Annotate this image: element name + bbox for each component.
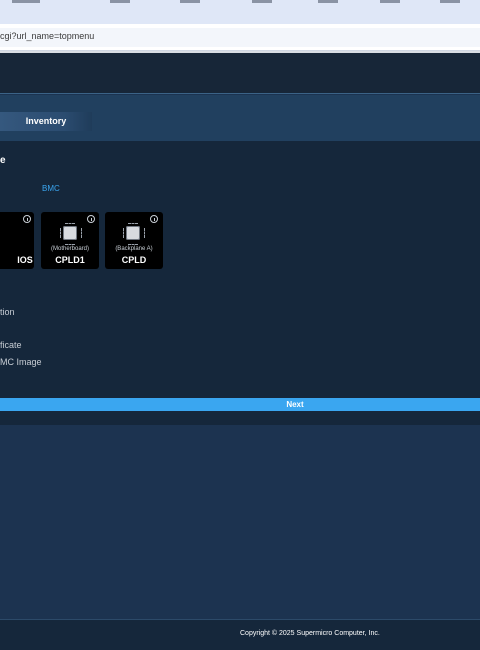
url-text: cgi?url_name=topmenu: [0, 31, 95, 41]
info-icon[interactable]: [23, 215, 31, 223]
card-name: CPLD1: [55, 255, 85, 265]
chip-icon: [60, 223, 82, 245]
browser-tab[interactable]: [180, 0, 200, 3]
tab-bar: Inventory: [0, 95, 480, 141]
next-button[interactable]: Next: [0, 398, 480, 411]
chip-icon: [123, 223, 145, 245]
card-cpld1[interactable]: (Motherboard) CPLD1: [41, 212, 99, 269]
copyright-text: Copyright © 2025 Supermicro Computer, In…: [240, 630, 380, 637]
bmc-link[interactable]: BMC: [42, 184, 60, 193]
option-text[interactable]: tion: [0, 307, 15, 317]
browser-tab[interactable]: [318, 0, 338, 3]
browser-tab[interactable]: [252, 0, 272, 3]
footer: Copyright © 2025 Supermicro Computer, In…: [0, 619, 480, 650]
app-header: [0, 53, 480, 94]
tab-inventory[interactable]: Inventory: [0, 112, 92, 131]
info-icon[interactable]: [150, 215, 158, 223]
browser-tab[interactable]: [440, 0, 460, 3]
card-name: CPLD: [121, 255, 147, 265]
card-subtitle: (Motherboard): [50, 246, 89, 252]
card-cpld[interactable]: (Backplane A) CPLD: [105, 212, 163, 269]
url-input[interactable]: cgi?url_name=topmenu: [0, 28, 480, 47]
browser-tab[interactable]: [110, 0, 130, 3]
browser-tab-strip: [0, 0, 480, 24]
card-bios[interactable]: IOS: [0, 212, 34, 269]
main-panel: e BMC IOS (Motherboard) CPLD1 (Backplane…: [0, 141, 480, 425]
panel-title: e: [0, 155, 6, 166]
info-icon[interactable]: [87, 215, 95, 223]
option-text[interactable]: MC Image: [0, 357, 42, 367]
option-text[interactable]: ficate: [0, 340, 22, 350]
browser-address-bar: cgi?url_name=topmenu: [0, 24, 480, 51]
card-name: IOS: [17, 255, 33, 265]
browser-tab[interactable]: [380, 0, 400, 3]
browser-tab[interactable]: [12, 0, 40, 3]
card-subtitle: (Backplane A): [115, 246, 153, 252]
